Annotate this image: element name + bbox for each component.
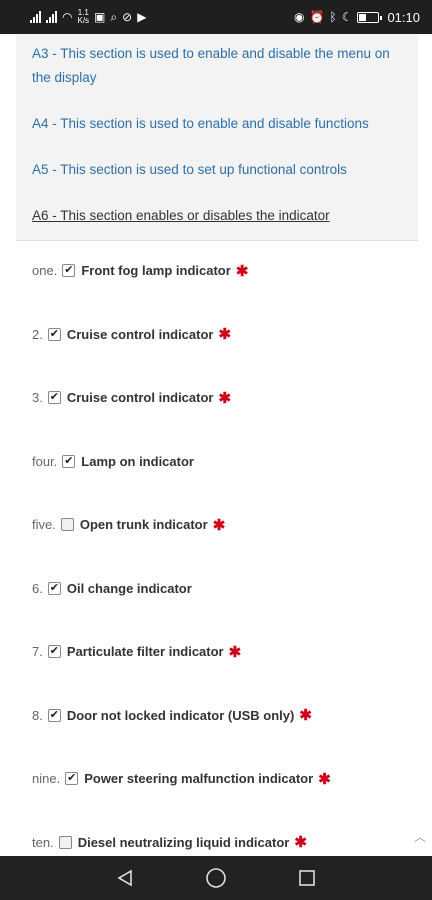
indicator-label[interactable]: Lamp on indicator xyxy=(81,454,194,469)
required-asterisk-icon: ✱ xyxy=(228,643,242,661)
speed-text: 1.1 K/s xyxy=(77,8,90,25)
indicator-number: 7. xyxy=(32,644,43,660)
indicator-checkbox[interactable]: ✔ xyxy=(47,327,61,341)
nav-bar xyxy=(0,856,432,900)
status-right: ◉ ⏰ ᛒ ☾ 01:10 xyxy=(294,10,420,25)
required-asterisk-icon: ✱ xyxy=(294,834,307,852)
indicator-number: ten. xyxy=(32,834,54,850)
battery-icon xyxy=(357,11,383,23)
required-asterisk-icon: ✱ xyxy=(299,707,312,725)
signal-icon xyxy=(46,11,57,23)
indicator-list: one. ✔ Front fog lamp indicator ✱ 2. ✔ Cruise … xyxy=(16,239,418,856)
p-app-icon: ▣ xyxy=(94,10,106,24)
indicator-row: 6. ✔ Oil change indicator xyxy=(32,557,402,621)
indicator-label[interactable]: Open trunk indicator xyxy=(80,517,208,532)
indicator-number: 3. xyxy=(32,390,43,406)
indicator-row: nine. ✔ Power steering malfunction indicat… xyxy=(32,747,402,811)
indicator-label[interactable]: Particulate filter indicator xyxy=(67,644,224,659)
clock: 01:10 xyxy=(387,9,420,25)
menu-link-a4[interactable]: A4 - This section is used to enable and … xyxy=(32,112,402,136)
search-app-icon: ⌕ xyxy=(110,10,118,24)
required-asterisk-icon: ✱ xyxy=(212,516,226,534)
recents-icon[interactable] xyxy=(295,866,319,890)
indicator-row: 2. ✔ Cruise control indicator ✱ xyxy=(32,303,402,367)
indicator-row: one. ✔ Front fog lamp indicator ✱ xyxy=(32,239,402,303)
indicator-row: four. ✔ Lamp on indicator xyxy=(32,430,402,494)
scroll-up-icon[interactable]: ︿ xyxy=(414,828,426,845)
indicator-row: five. Open trunk indicator ✱ xyxy=(32,493,402,557)
menu-link-a6[interactable]: A6 - This section enables or disables th… xyxy=(32,204,402,228)
menu-link-a3[interactable]: A3 - This section is used to enable and … xyxy=(32,42,402,90)
indicator-number: 2. xyxy=(32,326,43,342)
indicator-label[interactable]: Oil change indicator xyxy=(67,581,192,596)
indicator-row: 8. ✔ Door not locked indicator (USB only) ✱ xyxy=(32,684,402,748)
required-asterisk-icon: ✱ xyxy=(218,326,232,344)
status-bar: ◠ 1.1 K/s ▣ ⌕ ⊘ ▶ ◉ ⏰ ᛒ ☾ 01:10 xyxy=(0,0,432,34)
section-menu: A3 - This section is used to enable and … xyxy=(16,34,418,241)
indicator-label[interactable]: Door not locked indicator (USB only) xyxy=(67,708,295,723)
indicator-row: 7. ✔ Particulate filter indicator ✱ xyxy=(32,620,402,684)
indicator-number: 6. xyxy=(32,580,43,596)
menu-link-a5[interactable]: A5 - This section is used to set up func… xyxy=(32,158,402,182)
indicator-row: ten. Diesel neutralizing liquid indicator… xyxy=(32,811,402,857)
alarm-icon: ⏰ xyxy=(309,10,325,24)
indicator-checkbox[interactable]: ✔ xyxy=(65,772,79,786)
status-left: ◠ 1.1 K/s ▣ ⌕ ⊘ ▶ xyxy=(30,9,146,25)
moon-icon: ☾ xyxy=(341,10,353,24)
indicator-label[interactable]: Power steering malfunction indicator xyxy=(84,771,313,786)
indicator-checkbox[interactable]: ✔ xyxy=(47,645,61,659)
indicator-label[interactable]: Front fog lamp indicator xyxy=(81,263,231,278)
indicator-checkbox[interactable]: ✔ xyxy=(62,264,76,278)
indicator-number: four. xyxy=(32,453,58,469)
indicator-checkbox[interactable]: ✔ xyxy=(47,581,61,595)
indicator-label[interactable]: Cruise control indicator xyxy=(67,390,214,405)
required-asterisk-icon: ✱ xyxy=(218,389,232,407)
page-content: A3 - This section is used to enable and … xyxy=(16,34,418,856)
signal-icon xyxy=(30,11,41,23)
indicator-checkbox[interactable] xyxy=(60,518,74,532)
required-asterisk-icon: ✱ xyxy=(235,262,249,280)
required-asterisk-icon: ✱ xyxy=(318,770,331,788)
indicator-row: 3. ✔ Cruise control indicator ✱ xyxy=(32,366,402,430)
indicator-checkbox[interactable]: ✔ xyxy=(47,708,61,722)
indicator-label[interactable]: Diesel neutralizing liquid indicator xyxy=(78,835,290,850)
indicator-checkbox[interactable] xyxy=(58,835,72,849)
indicator-checkbox[interactable]: ✔ xyxy=(62,454,76,468)
bluetooth-icon: ᛒ xyxy=(329,10,337,24)
indicator-checkbox[interactable]: ✔ xyxy=(47,391,61,405)
indicator-number: one. xyxy=(32,263,58,279)
home-icon[interactable] xyxy=(204,866,228,890)
indicator-number: nine. xyxy=(32,771,61,787)
settings-app-icon: ⊘ xyxy=(122,10,133,24)
video-app-icon: ▶ xyxy=(137,10,147,24)
indicator-number: 8. xyxy=(32,707,43,723)
eye-icon: ◉ xyxy=(294,10,305,24)
wifi-icon: ◠ xyxy=(62,10,73,24)
back-icon[interactable] xyxy=(113,866,137,890)
indicator-number: five. xyxy=(32,517,56,533)
indicator-label[interactable]: Cruise control indicator xyxy=(67,327,214,342)
